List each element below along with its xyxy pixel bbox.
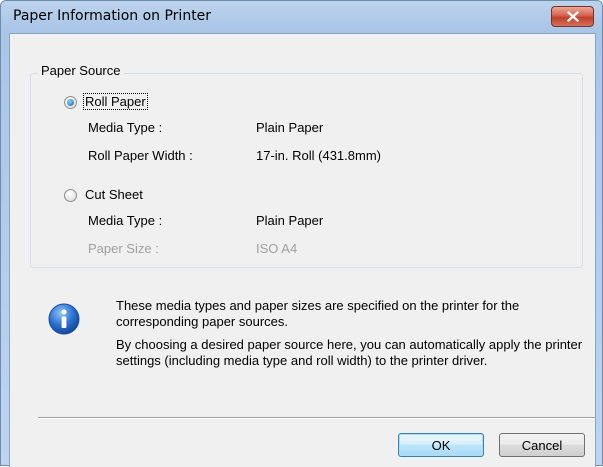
cut-sheet-label[interactable]: Cut Sheet: [85, 187, 143, 202]
cut-media-type-label: Media Type :: [88, 213, 163, 228]
info-text-line1: These media types and paper sizes are sp…: [116, 298, 520, 329]
roll-paper-radio-button[interactable]: [64, 96, 77, 109]
roll-paper-width-label: Roll Paper Width :: [88, 148, 193, 163]
close-icon: [566, 11, 579, 22]
cut-sheet-radio-button[interactable]: [64, 189, 77, 202]
info-text-line2: By choosing a desired paper source here,…: [116, 337, 583, 368]
radio-selected-dot: [67, 99, 74, 106]
separator: [38, 417, 595, 419]
cut-paper-size-label: Paper Size :: [88, 241, 159, 256]
roll-paper-width-value: 17-in. Roll (431.8mm): [256, 148, 381, 163]
ok-button[interactable]: OK: [398, 433, 484, 457]
roll-paper-label[interactable]: Roll Paper: [83, 93, 148, 110]
close-button[interactable]: [551, 6, 594, 27]
cut-media-type-value: Plain Paper: [256, 213, 324, 228]
info-icon: [48, 303, 80, 335]
ok-button-label: OK: [431, 437, 451, 453]
paper-source-group-label: Paper Source: [38, 63, 124, 78]
cancel-button[interactable]: Cancel: [499, 433, 585, 457]
cancel-button-label: Cancel: [521, 437, 563, 453]
window-title: Paper Information on Printer: [13, 8, 212, 24]
roll-media-type-label: Media Type :: [88, 120, 163, 135]
title-bar[interactable]: Paper Information on Printer: [1, 1, 602, 33]
cut-paper-size-value: ISO A4: [256, 241, 298, 256]
roll-media-type-value: Plain Paper: [256, 120, 324, 135]
